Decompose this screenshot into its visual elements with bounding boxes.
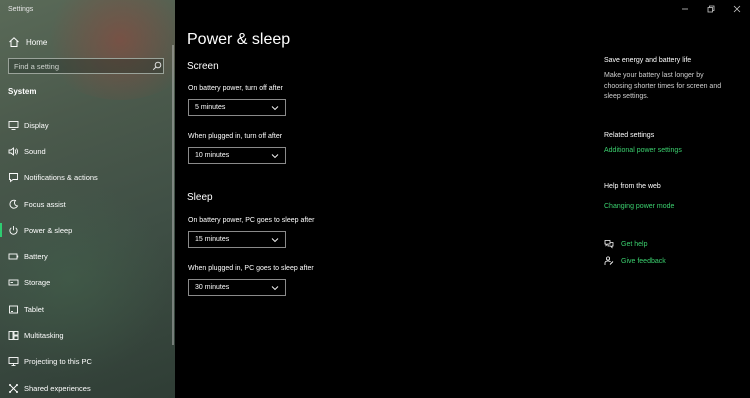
sidebar-item-display[interactable]: Display	[0, 112, 175, 138]
minimize-button[interactable]	[672, 0, 698, 18]
give-feedback-label: Give feedback	[621, 257, 666, 265]
search-box[interactable]	[8, 58, 164, 74]
screen-battery-dropdown[interactable]: 5 minutes	[188, 99, 286, 116]
chevron-down-icon	[271, 105, 279, 110]
home-label: Home	[26, 37, 48, 47]
give-feedback-link[interactable]: Give feedback	[604, 256, 666, 266]
focus-assist-icon	[9, 199, 19, 209]
get-help-icon	[604, 240, 614, 249]
screen-section-heading: Screen	[187, 61, 219, 72]
sidebar-item-label: Projecting to this PC	[24, 357, 92, 367]
search-input[interactable]	[9, 61, 150, 71]
screen-plugged-label: When plugged in, turn off after	[188, 133, 283, 140]
sidebar-item-label: Battery	[24, 252, 48, 262]
system-section-label: System	[8, 87, 37, 96]
related-settings-heading: Related settings	[604, 132, 655, 139]
sidebar-nav: Display Sound Notifications & actions Fo…	[0, 112, 175, 398]
settings-window: Settings Home System Display Sound	[0, 0, 750, 398]
sidebar-item-tablet[interactable]: Tablet	[0, 296, 175, 322]
close-button[interactable]	[724, 0, 750, 18]
dropdown-value: 30 minutes	[195, 284, 230, 291]
tablet-icon	[9, 305, 18, 314]
help-from-web-heading: Help from the web	[604, 183, 661, 190]
power-icon	[9, 225, 18, 235]
sidebar-item-label: Notifications & actions	[24, 173, 98, 183]
display-icon	[8, 120, 19, 130]
notifications-icon	[9, 173, 18, 183]
sidebar-item-multitasking[interactable]: Multitasking	[0, 322, 175, 348]
search-icon[interactable]	[152, 61, 162, 71]
projecting-icon	[8, 357, 19, 367]
sidebar-scrollbar[interactable]	[172, 45, 174, 345]
save-energy-text: Make your battery last longer by choosin…	[604, 72, 722, 100]
sidebar-item-notifications[interactable]: Notifications & actions	[0, 165, 175, 191]
sleep-plugged-dropdown[interactable]: 30 minutes	[188, 279, 286, 296]
get-help-label: Get help	[621, 240, 648, 248]
home-icon	[9, 37, 19, 47]
sidebar-item-focus-assist[interactable]: Focus assist	[0, 191, 175, 217]
sidebar-item-label: Focus assist	[24, 199, 66, 209]
battery-icon	[8, 253, 19, 260]
sound-icon	[8, 147, 18, 156]
chevron-down-icon	[271, 153, 279, 158]
page-title: Power & sleep	[187, 31, 291, 48]
sleep-plugged-label: When plugged in, PC goes to sleep after	[188, 265, 314, 272]
sidebar-item-battery[interactable]: Battery	[0, 243, 175, 269]
save-energy-heading: Save energy and battery life	[604, 57, 692, 64]
feedback-icon	[604, 256, 614, 265]
sidebar-item-label: Tablet	[24, 304, 45, 314]
storage-icon	[8, 279, 19, 286]
dropdown-value: 15 minutes	[195, 236, 230, 243]
sidebar-item-sound[interactable]: Sound	[0, 138, 175, 164]
close-icon	[733, 5, 741, 13]
window-title: Settings	[8, 6, 34, 13]
sleep-section-heading: Sleep	[187, 192, 213, 203]
shared-experiences-icon	[9, 383, 18, 393]
sidebar-item-power-sleep[interactable]: Power & sleep	[0, 217, 175, 243]
window-controls	[672, 0, 750, 18]
maximize-button[interactable]	[698, 0, 724, 18]
minimize-icon	[682, 8, 688, 10]
sidebar-item-label: Shared experiences	[24, 383, 91, 393]
screen-battery-label: On battery power, turn off after	[188, 85, 283, 92]
screen-plugged-dropdown[interactable]: 10 minutes	[188, 147, 286, 164]
sidebar-item-label: Power & sleep	[24, 225, 73, 235]
multitasking-icon	[8, 331, 19, 340]
sidebar-item-shared-experiences[interactable]: Shared experiences	[0, 375, 175, 398]
dropdown-value: 10 minutes	[195, 152, 230, 159]
sidebar-item-projecting[interactable]: Projecting to this PC	[0, 349, 175, 375]
sidebar-item-storage[interactable]: Storage	[0, 270, 175, 296]
sidebar-item-label: Multitasking	[24, 331, 64, 341]
sidebar-item-label: Sound	[24, 146, 46, 156]
chevron-down-icon	[271, 237, 279, 242]
chevron-down-icon	[271, 285, 279, 290]
sleep-battery-label: On battery power, PC goes to sleep after	[188, 217, 315, 224]
dropdown-value: 5 minutes	[195, 104, 226, 111]
home-nav-item[interactable]: Home	[8, 35, 47, 49]
sidebar: Settings Home System Display Sound	[0, 0, 175, 398]
changing-power-mode-link[interactable]: Changing power mode	[604, 203, 674, 210]
sidebar-item-label: Storage	[24, 278, 51, 288]
get-help-link[interactable]: Get help	[604, 239, 647, 249]
additional-power-settings-link[interactable]: Additional power settings	[604, 147, 682, 154]
restore-icon	[707, 5, 715, 13]
sleep-battery-dropdown[interactable]: 15 minutes	[188, 231, 286, 248]
sidebar-item-label: Display	[24, 120, 49, 130]
